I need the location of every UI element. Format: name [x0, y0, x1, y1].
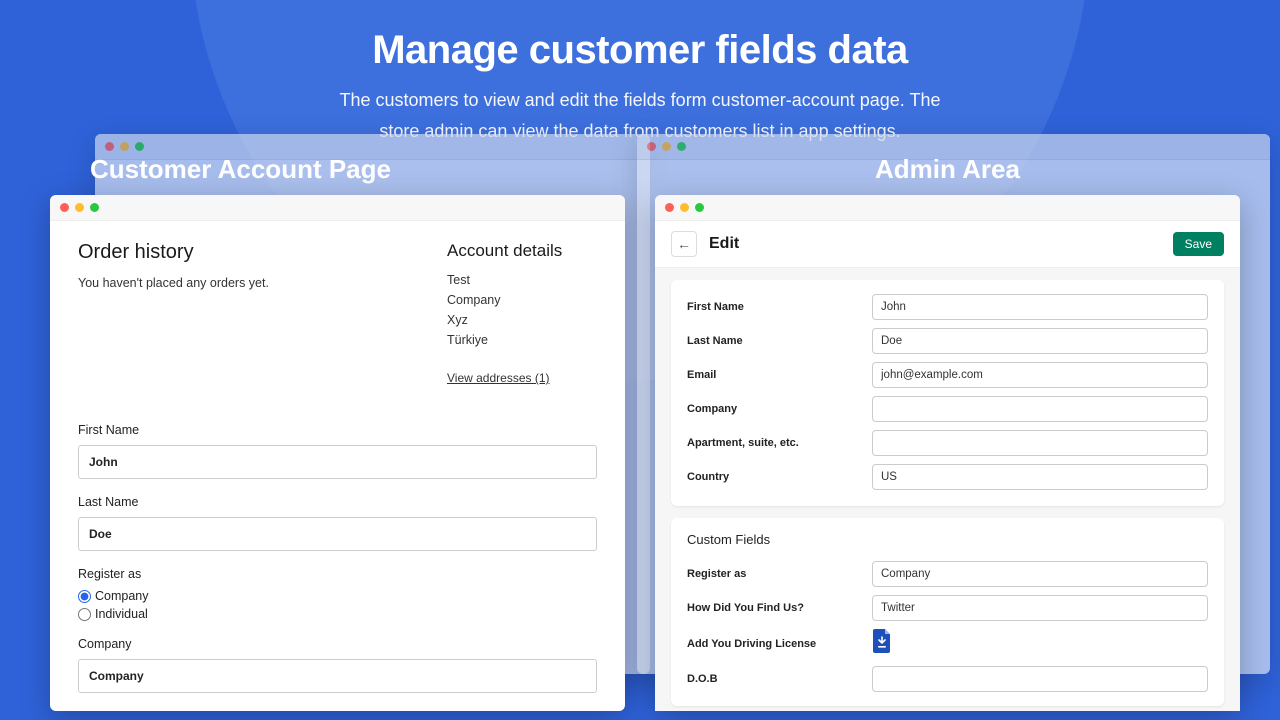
- right-column-title: Admin Area: [655, 154, 1240, 185]
- admin-company-input[interactable]: [872, 396, 1208, 422]
- account-detail-line: Test: [447, 273, 597, 287]
- admin-apartment-input[interactable]: [872, 430, 1208, 456]
- window-close-icon[interactable]: [60, 203, 69, 212]
- arrow-left-icon: ←: [677, 236, 691, 252]
- cf-register-as-label: Register as: [687, 568, 862, 580]
- admin-first-name-label: First Name: [687, 301, 862, 313]
- cf-register-as-input[interactable]: [872, 561, 1208, 587]
- order-history-title: Order history: [78, 241, 269, 264]
- back-button[interactable]: ←: [671, 231, 697, 257]
- window-minimize-icon[interactable]: [75, 203, 84, 212]
- register-as-label: Register as: [78, 567, 597, 581]
- account-detail-line: Türkiye: [447, 333, 597, 347]
- last-name-label: Last Name: [78, 495, 597, 509]
- admin-custom-card: Custom Fields Register as How Did You Fi…: [671, 518, 1224, 706]
- customer-account-window: Order history You haven't placed any ord…: [50, 195, 625, 711]
- view-addresses-link[interactable]: View addresses (1): [447, 371, 550, 385]
- cf-how-find-input[interactable]: [872, 595, 1208, 621]
- company-label: Company: [78, 637, 597, 651]
- first-name-label: First Name: [78, 423, 597, 437]
- order-history-empty: You haven't placed any orders yet.: [78, 276, 269, 290]
- radio-individual-input[interactable]: [78, 608, 91, 621]
- edit-title: Edit: [709, 235, 739, 253]
- admin-country-input[interactable]: [872, 464, 1208, 490]
- cf-dob-input[interactable]: [872, 666, 1208, 692]
- admin-last-name-input[interactable]: [872, 328, 1208, 354]
- account-detail-line: Company: [447, 293, 597, 307]
- admin-last-name-label: Last Name: [687, 335, 862, 347]
- custom-fields-title: Custom Fields: [687, 532, 1208, 547]
- account-details-title: Account details: [447, 241, 597, 261]
- admin-email-input[interactable]: [872, 362, 1208, 388]
- left-column-title: Customer Account Page: [40, 154, 625, 185]
- radio-company-input[interactable]: [78, 590, 91, 603]
- account-detail-line: Xyz: [447, 313, 597, 327]
- page-title: Manage customer fields data: [0, 28, 1280, 73]
- admin-window: ← Edit Save First Name Last Name: [655, 195, 1240, 711]
- admin-main-card: First Name Last Name Email Company: [671, 280, 1224, 506]
- last-name-input[interactable]: [78, 517, 597, 551]
- window-close-icon[interactable]: [665, 203, 674, 212]
- cf-license-label: Add You Driving License: [687, 638, 862, 650]
- window-titlebar: [655, 195, 1240, 221]
- file-download-icon[interactable]: [872, 629, 892, 653]
- admin-email-label: Email: [687, 369, 862, 381]
- radio-individual[interactable]: Individual: [78, 607, 597, 621]
- admin-country-label: Country: [687, 471, 862, 483]
- window-maximize-icon[interactable]: [695, 203, 704, 212]
- cf-how-find-label: How Did You Find Us?: [687, 602, 862, 614]
- admin-company-label: Company: [687, 403, 862, 415]
- first-name-input[interactable]: [78, 445, 597, 479]
- company-input[interactable]: [78, 659, 597, 693]
- window-maximize-icon[interactable]: [90, 203, 99, 212]
- save-button[interactable]: Save: [1173, 232, 1224, 256]
- admin-apartment-label: Apartment, suite, etc.: [687, 437, 862, 449]
- radio-company[interactable]: Company: [78, 589, 597, 603]
- admin-first-name-input[interactable]: [872, 294, 1208, 320]
- window-minimize-icon[interactable]: [680, 203, 689, 212]
- cf-dob-label: D.O.B: [687, 673, 862, 685]
- window-titlebar: [50, 195, 625, 221]
